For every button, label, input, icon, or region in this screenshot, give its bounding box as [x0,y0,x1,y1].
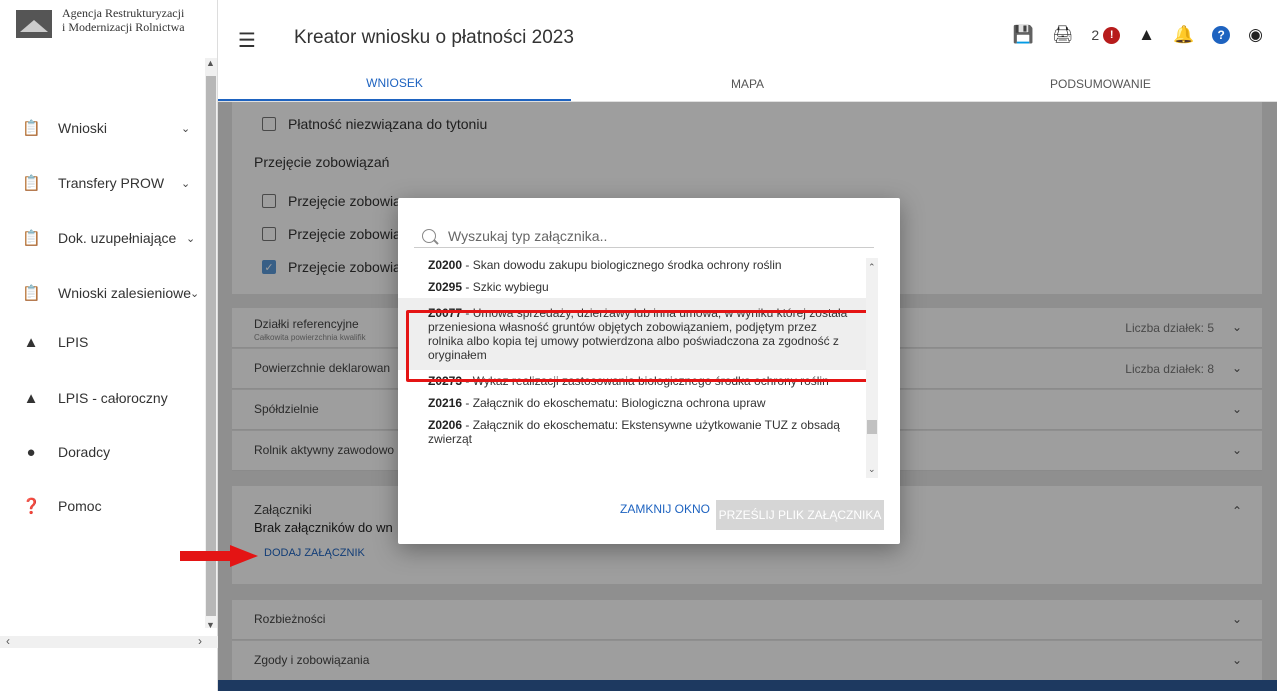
list-item[interactable]: Z0295 - Szkic wybiegu [398,276,868,298]
tab-wniosek[interactable]: WNIOSEK [218,66,571,101]
list-item-selected[interactable]: Z0077 - Umowa sprzedaży, dzierżawy lub i… [398,298,868,370]
list-item[interactable]: Z0206 - Załącznik do ekoschematu: Eksten… [398,414,868,450]
annotation-arrow-icon [180,545,258,567]
search-field[interactable] [414,224,874,248]
send-attachment-button[interactable]: PRZEŚLIJ PLIK ZAŁĄCZNIKA [716,500,884,530]
list-scrollbar-thumb[interactable] [867,420,877,434]
sidebar-item-pomoc[interactable]: ❓ Pomoc [22,494,102,518]
chevron-down-icon[interactable]: ⌄ [190,287,199,300]
error-count: 2 [1091,27,1100,43]
page-title: Kreator wniosku o płatności 2023 [294,27,574,48]
tab-mapa[interactable]: MAPA [571,66,924,101]
person-icon: ● [26,443,36,461]
account-icon[interactable]: ◉ [1248,25,1263,45]
arimr-logo-mark [16,10,52,38]
chevron-down-icon[interactable]: ⌄ [186,232,195,245]
save-icon[interactable]: 💾 [1013,25,1034,45]
sidebar-item-dok-uzupelniajace[interactable]: 📋 Dok. uzupełniające [22,226,176,250]
search-input[interactable] [448,227,848,244]
logo-text: Agencja Restrukturyzacji i Modernizacji … [62,6,185,34]
attachment-type-list: Z0200 - Skan dowodu zakupu biologicznego… [398,254,868,476]
sidebar: Agencja Restrukturyzacji i Modernizacji … [0,0,218,691]
sidebar-item-doradcy[interactable]: ● Doradcy [22,440,110,464]
sidebar-scrollbar-thumb[interactable] [206,76,216,616]
warning-icon[interactable]: ▲ [1138,25,1155,45]
header-toolbar: 💾 🖨 2 ! ▲ 🔔 ? ◉ [1013,25,1263,45]
scroll-up-icon[interactable]: ▲ [206,58,215,68]
main-tabs: WNIOSEK MAPA PODSUMOWANIE [218,66,1277,102]
list-item[interactable]: Z0216 - Załącznik do ekoschematu: Biolog… [398,392,868,414]
help-circle-icon: ❓ [22,498,41,515]
clipboard-icon: 📋 [22,175,41,192]
list-item[interactable]: Z0200 - Skan dowodu zakupu biologicznego… [398,254,868,276]
mountain-icon: ▲ [23,389,39,407]
help-icon[interactable]: ? [1212,26,1231,44]
sidebar-item-wnioski-zalesieniowe[interactable]: 📋 Wnioski zalesieniowe [22,281,191,305]
scroll-right-icon[interactable]: › [198,634,202,648]
scroll-up-icon[interactable]: ⌃ [868,262,876,273]
bell-icon[interactable]: 🔔 [1173,25,1194,45]
attachment-type-dialog: Z0200 - Skan dowodu zakupu biologicznego… [398,198,900,544]
sidebar-item-wnioski[interactable]: 📋 Wnioski [22,116,202,140]
scroll-down-icon[interactable]: ⌄ [868,464,876,475]
list-scrollbar-track[interactable] [866,258,878,478]
tab-podsumowanie[interactable]: PODSUMOWANIE [924,66,1277,101]
clipboard-icon: 📋 [22,230,41,247]
mountain-icon: ▲ [23,333,39,351]
sidebar-horizontal-scrollbar[interactable]: ‹ › [0,634,218,648]
search-icon [422,228,436,243]
print-icon[interactable]: 🖨 [1052,25,1074,45]
clipboard-icon: 📋 [22,120,41,137]
close-dialog-button[interactable]: ZAMKNIJ OKNO [620,502,710,516]
chevron-down-icon[interactable]: ⌄ [181,177,190,190]
error-badge-icon[interactable]: ! [1103,26,1121,44]
clipboard-icon: 📋 [22,285,41,302]
arimr-logo: Agencja Restrukturyzacji i Modernizacji … [16,6,216,46]
list-item[interactable]: Z0273 - Wykaz realizacji zastosowania bi… [398,370,868,392]
scroll-down-icon[interactable]: ▼ [206,620,215,630]
sidebar-item-lpis-caloroczny[interactable]: ▲ LPIS - całoroczny [22,386,168,410]
scroll-left-icon[interactable]: ‹ [6,634,10,648]
sidebar-item-transfery-prow[interactable]: 📋 Transfery PROW [22,171,164,195]
menu-icon[interactable]: ☰ [238,28,256,53]
chevron-down-icon[interactable]: ⌄ [181,122,190,135]
sidebar-item-lpis[interactable]: ▲ LPIS [22,330,89,354]
app-header: ☰ Kreator wniosku o płatności 2023 💾 🖨 2… [218,0,1277,66]
